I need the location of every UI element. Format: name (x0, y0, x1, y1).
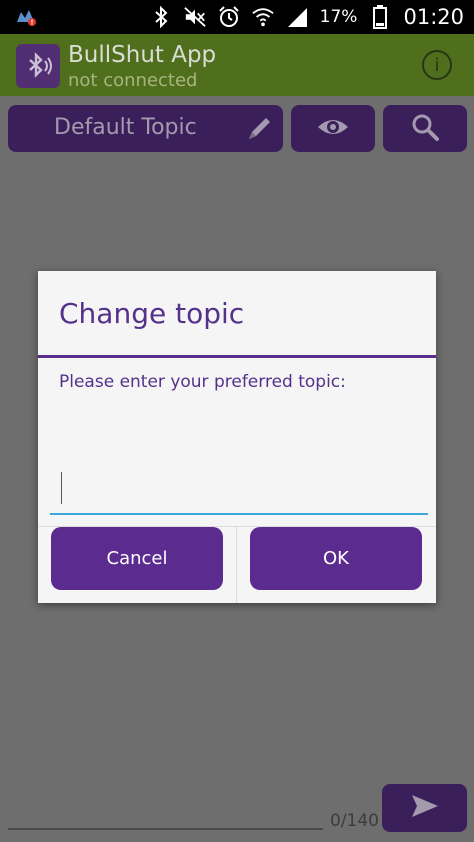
ok-button[interactable]: OK (250, 527, 422, 590)
info-icon[interactable]: i (422, 50, 452, 80)
battery-icon (369, 5, 391, 29)
topic-input[interactable] (50, 461, 428, 515)
eye-icon (316, 115, 350, 143)
bluetooth-logo-icon (16, 44, 60, 88)
topic-button[interactable]: Default Topic (8, 105, 283, 152)
dialog-divider (38, 355, 436, 358)
change-topic-dialog: Change topic Please enter your preferred… (38, 271, 436, 603)
app-notification-icon (14, 6, 38, 32)
cancel-button[interactable]: Cancel (51, 527, 223, 590)
app-bar: BullShut App not connected i (0, 34, 474, 96)
mute-icon (183, 6, 206, 28)
dialog-message: Please enter your preferred topic: (59, 372, 346, 392)
search-icon (410, 112, 440, 146)
message-input-underline[interactable] (8, 828, 323, 830)
bluetooth-icon (150, 6, 172, 28)
wifi-icon (252, 6, 274, 28)
dialog-title: Change topic (59, 297, 245, 330)
battery-percent: 17% (319, 7, 358, 27)
connection-status: not connected (68, 70, 198, 91)
topic-label: Default Topic (54, 115, 197, 140)
signal-icon (286, 6, 308, 28)
search-button[interactable] (383, 105, 467, 152)
clock: 01:20 (403, 5, 464, 29)
status-bar: 17% 01:20 (0, 0, 474, 34)
button-separator (236, 526, 237, 603)
character-counter: 0/140 (330, 811, 379, 831)
app-title: BullShut App (68, 42, 217, 68)
text-cursor (61, 472, 62, 504)
view-button[interactable] (291, 105, 375, 152)
send-button[interactable] (382, 784, 467, 832)
pencil-icon (243, 113, 275, 149)
send-icon (410, 793, 440, 823)
alarm-icon (218, 6, 240, 28)
